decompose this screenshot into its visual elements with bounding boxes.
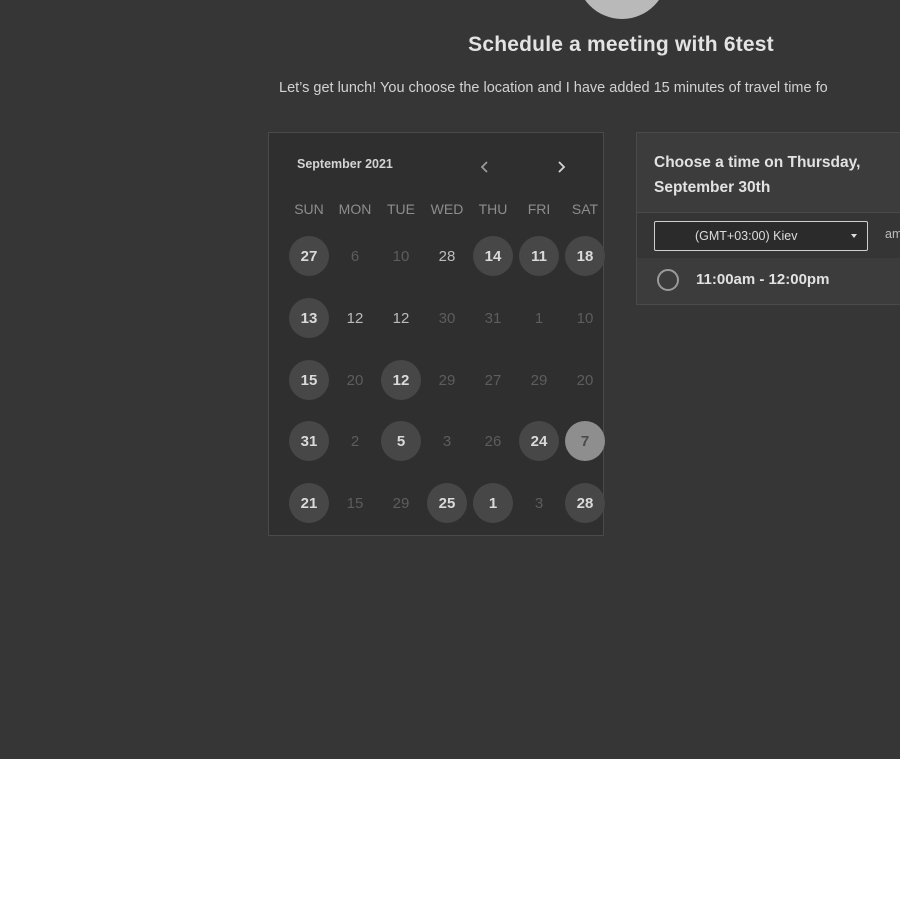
calendar-day[interactable]: 14 bbox=[473, 236, 513, 276]
time-panel: Choose a time on Thursday, September 30t… bbox=[636, 132, 900, 305]
timezone-value: (GMT+03:00) Kiev bbox=[695, 229, 798, 243]
calendar-day: 12 bbox=[346, 309, 364, 327]
time-panel-heading: Choose a time on Thursday, September 30t… bbox=[654, 154, 861, 196]
calendar-day[interactable]: 24 bbox=[519, 421, 559, 461]
calendar-day: 3 bbox=[534, 494, 544, 512]
calendar-day: 31 bbox=[484, 309, 502, 327]
calendar-day-selected[interactable]: 7 bbox=[565, 421, 605, 461]
timezone-select[interactable]: (GMT+03:00) Kiev bbox=[654, 221, 868, 251]
calendar: September 2021 SUN MON TUE WED THU FRI SAT 27 6… bbox=[268, 132, 605, 536]
avatar bbox=[576, 0, 668, 19]
weekday-label: SAT bbox=[571, 201, 599, 217]
calendar-day: 29 bbox=[392, 494, 410, 512]
calendar-day: 20 bbox=[576, 371, 594, 389]
weekday-label: SUN bbox=[294, 201, 324, 217]
caret-down-icon bbox=[851, 234, 857, 238]
weekday-label: WED bbox=[430, 201, 464, 217]
calendar-day: 3 bbox=[442, 432, 452, 450]
calendar-day: 10 bbox=[392, 247, 410, 265]
calendar-day: 29 bbox=[438, 371, 456, 389]
calendar-day: 27 bbox=[484, 371, 502, 389]
calendar-day[interactable]: 5 bbox=[381, 421, 421, 461]
calendar-day[interactable]: 31 bbox=[289, 421, 329, 461]
calendar-day[interactable]: 27 bbox=[289, 236, 329, 276]
calendar-month-label: September 2021 bbox=[297, 157, 393, 171]
calendar-day[interactable]: 25 bbox=[427, 483, 467, 523]
scheduling-page: Schedule a meeting with 6test Let’s get … bbox=[0, 0, 900, 759]
weekday-label: MON bbox=[338, 201, 372, 217]
weekday-label: TUE bbox=[387, 201, 415, 217]
calendar-day: 12 bbox=[392, 309, 410, 327]
page-title: Schedule a meeting with 6test bbox=[468, 33, 774, 56]
calendar-day: 6 bbox=[350, 247, 360, 265]
time-panel-header: Choose a time on Thursday, September 30t… bbox=[637, 133, 900, 213]
calendar-day[interactable]: 12 bbox=[381, 360, 421, 400]
calendar-day[interactable]: 11 bbox=[519, 236, 559, 276]
radio-icon[interactable] bbox=[657, 269, 679, 291]
timezone-row: (GMT+03:00) Kiev am bbox=[637, 213, 900, 258]
page-description: Let’s get lunch! You choose the location… bbox=[279, 80, 828, 96]
calendar-day[interactable]: 13 bbox=[289, 298, 329, 338]
calendar-day[interactable]: 18 bbox=[565, 236, 605, 276]
calendar-day: 1 bbox=[534, 309, 544, 327]
calendar-day: 2 bbox=[350, 432, 360, 450]
calendar-day: 26 bbox=[484, 432, 502, 450]
calendar-day[interactable]: 1 bbox=[473, 483, 513, 523]
calendar-day: 28 bbox=[438, 247, 456, 265]
time-slot[interactable]: 11:00am - 12:00pm bbox=[637, 258, 900, 304]
calendar-day: 20 bbox=[346, 371, 364, 389]
chevron-left-icon[interactable] bbox=[473, 155, 497, 179]
weekday-label: THU bbox=[478, 201, 508, 217]
calendar-day[interactable]: 28 bbox=[565, 483, 605, 523]
chevron-right-icon[interactable] bbox=[549, 155, 573, 179]
ampm-toggle[interactable]: am bbox=[885, 227, 900, 241]
calendar-day[interactable]: 15 bbox=[289, 360, 329, 400]
calendar-day: 15 bbox=[346, 494, 364, 512]
weekday-label: FRI bbox=[527, 201, 551, 217]
calendar-day[interactable]: 21 bbox=[289, 483, 329, 523]
calendar-day: 30 bbox=[438, 309, 456, 327]
calendar-day: 29 bbox=[530, 371, 548, 389]
time-slot-label: 11:00am - 12:00pm bbox=[696, 271, 830, 288]
calendar-day: 10 bbox=[576, 309, 594, 327]
